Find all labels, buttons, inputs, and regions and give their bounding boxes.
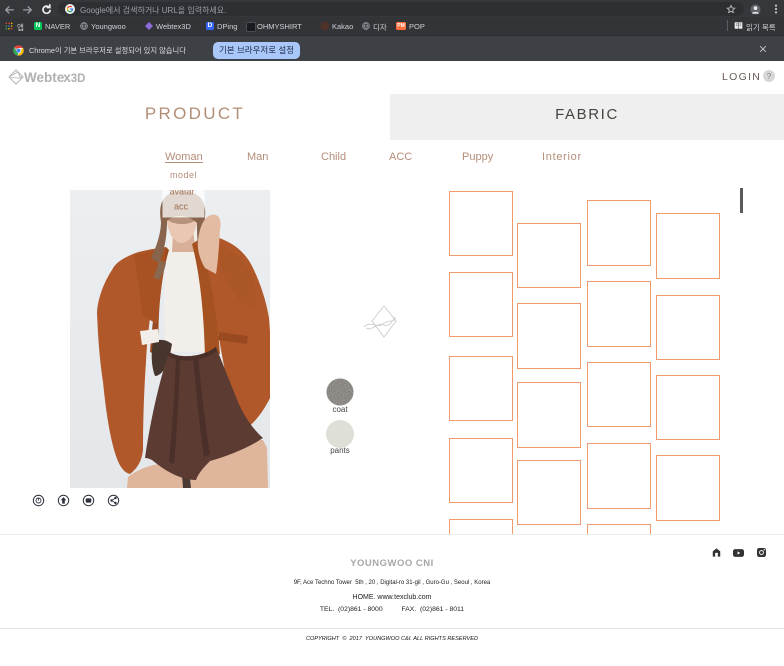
svg-text:acc: acc — [174, 202, 189, 212]
svg-text:avatar: avatar — [169, 190, 194, 197]
